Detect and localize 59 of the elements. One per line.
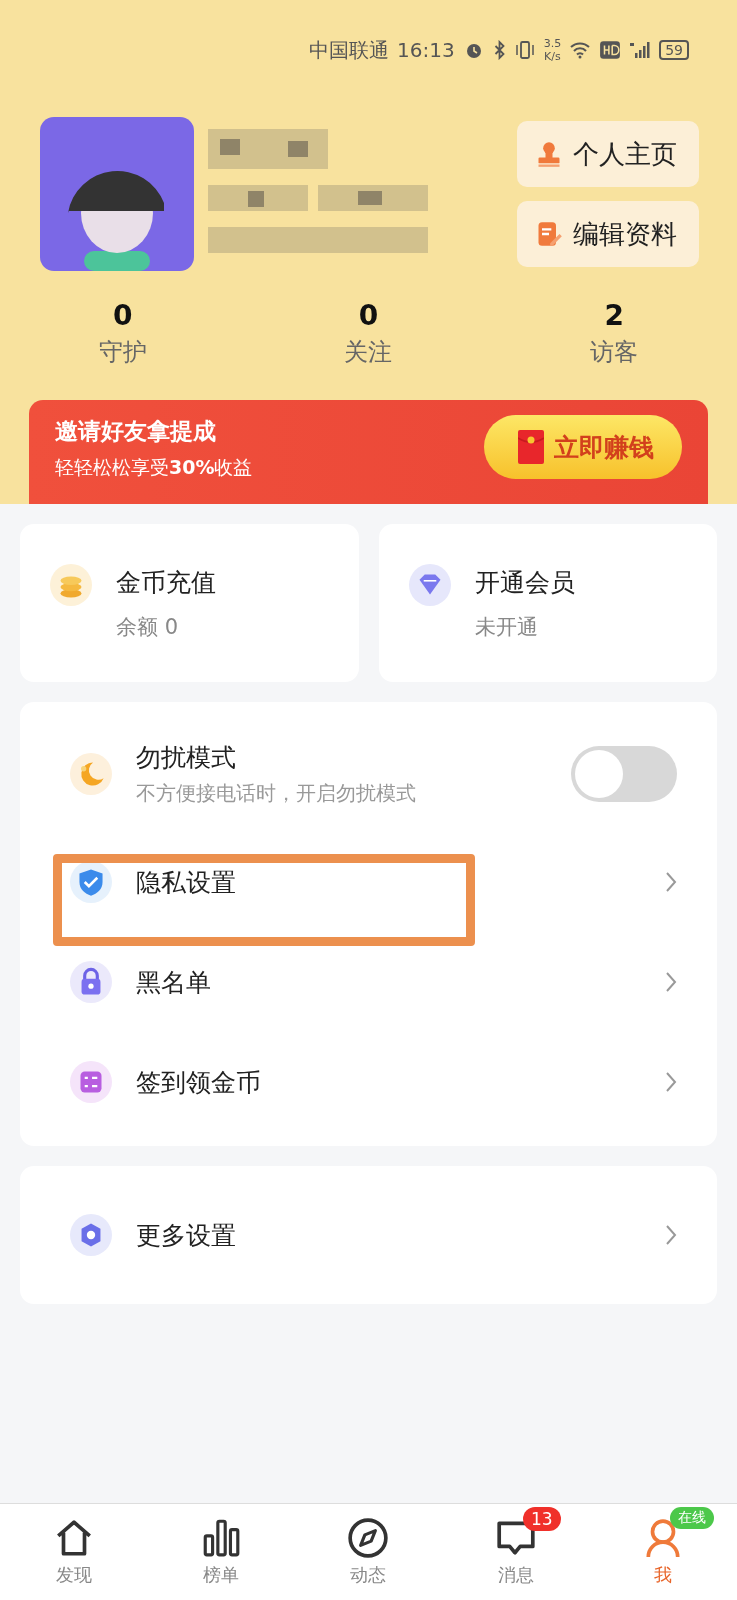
setting-title: 黑名单 — [136, 966, 211, 999]
bluetooth-icon — [492, 40, 506, 60]
chevron-right-icon — [665, 1224, 677, 1246]
chevron-right-icon — [665, 871, 677, 893]
settings-row[interactable]: 签到领金币 — [20, 1032, 717, 1132]
setting-title: 隐私设置 — [136, 866, 236, 899]
card-subtitle: 未开通 — [474, 613, 539, 641]
network-speed-unit: K/s — [544, 50, 561, 63]
tab-item[interactable]: 在线 我 — [589, 1504, 737, 1600]
hd-icon — [599, 40, 622, 60]
signal-icon — [629, 40, 652, 60]
shield-icon — [70, 861, 112, 903]
tab-item[interactable]: 13 消息 — [442, 1504, 590, 1600]
tab-item[interactable]: 动态 — [294, 1504, 443, 1600]
banner-title: 邀请好友拿提成 — [55, 416, 217, 446]
envelope-icon — [518, 430, 544, 464]
banner-subtitle: 轻轻松松享受30%收益 — [55, 454, 253, 480]
tab-item[interactable]: 发现 — [0, 1504, 148, 1600]
moon-icon — [70, 753, 112, 795]
settings-row[interactable]: 更多设置 — [20, 1200, 717, 1270]
settings-row[interactable]: 黑名单 — [20, 932, 717, 1032]
battery-indicator: 59 — [659, 40, 689, 60]
setting-title: 勿扰模式 — [136, 742, 237, 774]
carrier-name: 中国联通 — [309, 36, 390, 64]
card-subtitle: 余额 0 — [116, 613, 180, 641]
stat-label[interactable]: 关注 — [344, 336, 393, 368]
network-speed: 3.5 — [543, 37, 562, 50]
setting-title: 签到领金币 — [136, 1066, 261, 1099]
lock-icon — [70, 961, 112, 1003]
earn-button[interactable]: 立即赚钱 — [484, 415, 682, 479]
compass-icon — [347, 1517, 390, 1559]
checklist-icon — [70, 1061, 112, 1103]
chevron-right-icon — [665, 971, 677, 993]
wifi-icon — [569, 40, 592, 60]
stat-label[interactable]: 守护 — [98, 336, 147, 368]
card-title: 开通会员 — [474, 566, 575, 599]
profile-button[interactable]: 个人主页 — [517, 121, 699, 187]
tab-badge: 在线 — [670, 1507, 715, 1529]
card-title: 金币充值 — [116, 566, 216, 599]
stat-value: 0 — [358, 299, 379, 332]
profile-button[interactable]: 编辑资料 — [517, 201, 699, 267]
invite-banner[interactable]: 邀请好友拿提成 轻轻松松享受30%收益 立即赚钱 — [29, 400, 708, 504]
feature-card[interactable]: 金币充值 余额 0 — [20, 524, 359, 682]
tab-item[interactable]: 榜单 — [147, 1504, 295, 1600]
setting-title: 更多设置 — [136, 1219, 236, 1252]
settings-row[interactable]: 勿扰模式 不方便接电话时，开启勿扰模式 — [20, 716, 717, 832]
coins-icon — [50, 564, 92, 606]
stat-value: 2 — [604, 299, 624, 332]
toggle-switch[interactable] — [571, 746, 677, 802]
clock-time: 16:13 — [397, 38, 455, 62]
settings-icon — [70, 1214, 112, 1256]
tab-badge: 13 — [522, 1507, 561, 1531]
feature-card[interactable]: 开通会员 未开通 — [378, 524, 717, 682]
setting-description: 不方便接电话时，开启勿扰模式 — [136, 780, 416, 807]
settings-row[interactable]: 隐私设置 — [20, 832, 717, 932]
vibrate-icon — [513, 40, 536, 60]
stat-value: 0 — [113, 299, 133, 332]
stat-label[interactable]: 访客 — [590, 336, 639, 368]
chevron-right-icon — [665, 1071, 677, 1093]
